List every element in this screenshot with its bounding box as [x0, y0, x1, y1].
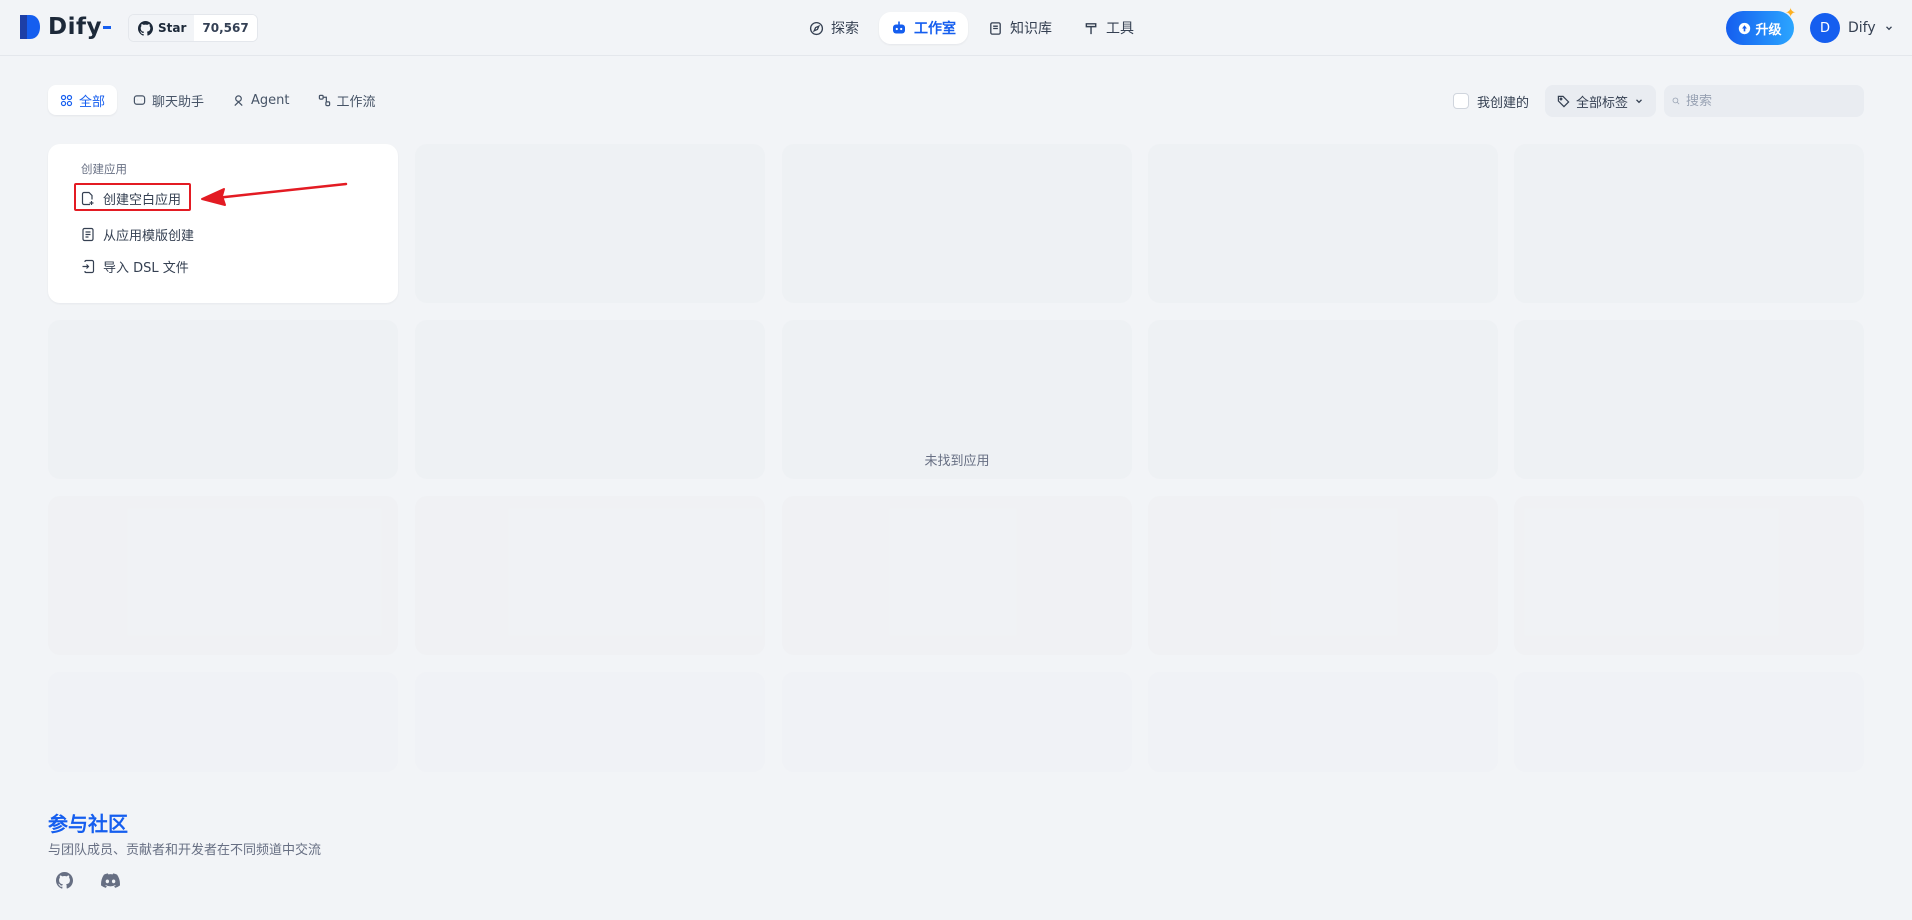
- app-card-placeholder: [1148, 320, 1498, 479]
- upgrade-label: 升级: [1755, 22, 1782, 38]
- search-box: [1664, 85, 1864, 117]
- app-card-placeholder: [1148, 144, 1498, 303]
- tab-workflow[interactable]: 工作流: [306, 85, 388, 115]
- tab-all[interactable]: 全部: [48, 85, 118, 115]
- app-card-placeholder: [782, 672, 1132, 772]
- nav-explore[interactable]: 探索: [797, 12, 871, 44]
- upgrade-button[interactable]: 升级 ✦: [1726, 6, 1796, 45]
- app-card-placeholder: [1148, 672, 1498, 772]
- discord-icon: [100, 872, 120, 888]
- search-input[interactable]: [1686, 93, 1856, 109]
- brand-name: Dify: [48, 14, 102, 40]
- workflow-icon: [318, 94, 330, 106]
- app-card-placeholder: [48, 320, 398, 479]
- book-icon: [990, 21, 1001, 35]
- import-dsl-label: 导入 DSL 文件: [103, 260, 189, 276]
- compass-icon: [809, 21, 824, 35]
- brand-cursor: [102, 25, 111, 29]
- nav-tools-label: 工具: [1106, 21, 1134, 37]
- community-title: 参与社区: [48, 812, 128, 836]
- account-name: Dify: [1848, 20, 1876, 36]
- created-by-me-toggle[interactable]: 我创建的: [1452, 92, 1529, 111]
- app-card-placeholder: [782, 144, 1132, 303]
- nav-studio-label: 工作室: [914, 21, 956, 37]
- create-from-template-label: 从应用模版创建: [103, 228, 195, 244]
- import-dsl-button[interactable]: 导入 DSL 文件: [81, 254, 189, 278]
- grid-icon: [60, 94, 73, 106]
- tab-workflow-label: 工作流: [336, 94, 376, 110]
- app-card-placeholder: [1148, 496, 1498, 655]
- account-menu[interactable]: D Dify: [1810, 13, 1894, 43]
- discord-link[interactable]: [98, 868, 122, 892]
- app-card-placeholder: [1514, 672, 1864, 772]
- created-by-me-checkbox[interactable]: [1452, 93, 1469, 109]
- github-star-button[interactable]: Star 70,567: [128, 14, 258, 42]
- nav-explore-label: 探索: [831, 21, 859, 37]
- tag-filter-label: 全部标签: [1575, 95, 1628, 111]
- social-links: [52, 868, 122, 892]
- dify-logo[interactable]: Dify: [18, 13, 111, 41]
- chevron-down-icon: [1885, 26, 1892, 31]
- app-card-placeholder: [415, 144, 765, 303]
- filter-bar: 我创建的 全部标签: [1452, 85, 1864, 117]
- top-header: Dify Star 70,567 探索 工作室 知识库 工具 升级 ✦ D Di…: [0, 0, 1912, 56]
- github-star-count: 70,567: [202, 21, 249, 35]
- github-icon: [138, 20, 153, 36]
- import-file-icon: [82, 259, 95, 273]
- app-card-placeholder: [1514, 496, 1864, 655]
- created-by-me-label: 我创建的: [1476, 95, 1529, 111]
- tab-chat-assistant[interactable]: 聊天助手: [121, 85, 216, 115]
- app-card-placeholder: 未找到应用: [782, 320, 1132, 479]
- agent-icon: [234, 94, 243, 106]
- hammer-icon: [1085, 22, 1097, 34]
- github-icon: [55, 871, 73, 889]
- app-card-placeholder: [48, 496, 398, 655]
- nav-tools[interactable]: 工具: [1072, 12, 1146, 44]
- avatar: D: [1810, 13, 1840, 43]
- app-card-placeholder: [415, 320, 765, 479]
- sparkle-icon: ✦: [1785, 6, 1796, 21]
- app-card-placeholder: [782, 496, 1132, 655]
- chevron-down-icon: [1636, 99, 1642, 104]
- dify-logo-icon: [20, 15, 40, 39]
- annotation-highlight-box: [74, 183, 191, 211]
- nav-knowledge-label: 知识库: [1010, 21, 1052, 37]
- tag-filter-dropdown[interactable]: 全部标签: [1544, 85, 1656, 117]
- app-card-placeholder: [48, 672, 398, 772]
- tab-agent[interactable]: Agent: [220, 85, 301, 115]
- app-card-placeholder: [415, 496, 765, 655]
- community-subtitle: 与团队成员、贡献者和开发者在不同频道中交流: [48, 843, 322, 858]
- app-card-placeholder: [415, 672, 765, 772]
- github-link[interactable]: [52, 868, 76, 892]
- tab-all-label: 全部: [79, 94, 106, 110]
- tag-icon: [1557, 95, 1570, 107]
- search-icon: [1672, 97, 1680, 105]
- nav-studio[interactable]: 工作室: [879, 12, 968, 44]
- app-card-placeholder: [1514, 144, 1864, 303]
- tab-chat-assistant-label: 聊天助手: [152, 94, 205, 110]
- community-section: 参与社区 与团队成员、贡献者和开发者在不同频道中交流: [48, 808, 321, 858]
- upgrade-icon: [1739, 22, 1751, 34]
- create-from-template-button[interactable]: 从应用模版创建: [81, 222, 194, 246]
- nav-knowledge[interactable]: 知识库: [976, 12, 1064, 44]
- chat-bubble-icon: [133, 94, 146, 105]
- template-file-icon: [82, 227, 94, 241]
- app-card-placeholder: [1514, 320, 1864, 479]
- github-star-label: Star: [158, 21, 187, 35]
- app-type-tabs: 全部 聊天助手 Agent 工作流: [48, 85, 388, 115]
- create-app-card: 创建应用 创建空白应用 从应用模版创建 导入 DSL 文件: [48, 144, 398, 303]
- empty-state-message: 未找到应用: [924, 454, 990, 469]
- create-app-title: 创建应用: [81, 162, 127, 176]
- tab-agent-label: Agent: [251, 92, 290, 108]
- robot-icon: [893, 21, 905, 34]
- main-nav: 探索 工作室 知识库 工具: [797, 12, 1146, 44]
